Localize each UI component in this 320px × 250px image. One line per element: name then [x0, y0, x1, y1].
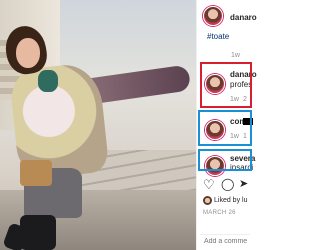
- highlight-box-blue: [198, 110, 252, 146]
- caption-hashtag[interactable]: #toate: [207, 32, 229, 41]
- comment-icon[interactable]: ◯: [221, 178, 234, 191]
- post-date: MARCH 26: [203, 210, 236, 216]
- highlight-box-blue: [198, 149, 252, 171]
- liker-avatar[interactable]: [203, 196, 212, 205]
- highlight-box-red: [200, 62, 252, 108]
- post-author-avatar[interactable]: [203, 6, 223, 26]
- add-comment-input[interactable]: [200, 234, 250, 248]
- liked-by-text[interactable]: Liked by lu: [214, 197, 247, 204]
- photo-sweater-patch: [38, 70, 58, 92]
- paper-plane-icon[interactable]: ➤: [239, 178, 248, 191]
- post-photo[interactable]: [0, 0, 196, 250]
- heart-icon[interactable]: ♡: [203, 178, 215, 191]
- post-author-username[interactable]: danaro: [230, 13, 257, 22]
- caption-time[interactable]: 1w: [231, 52, 240, 59]
- photo-face: [16, 38, 40, 68]
- photo-bag: [20, 160, 52, 186]
